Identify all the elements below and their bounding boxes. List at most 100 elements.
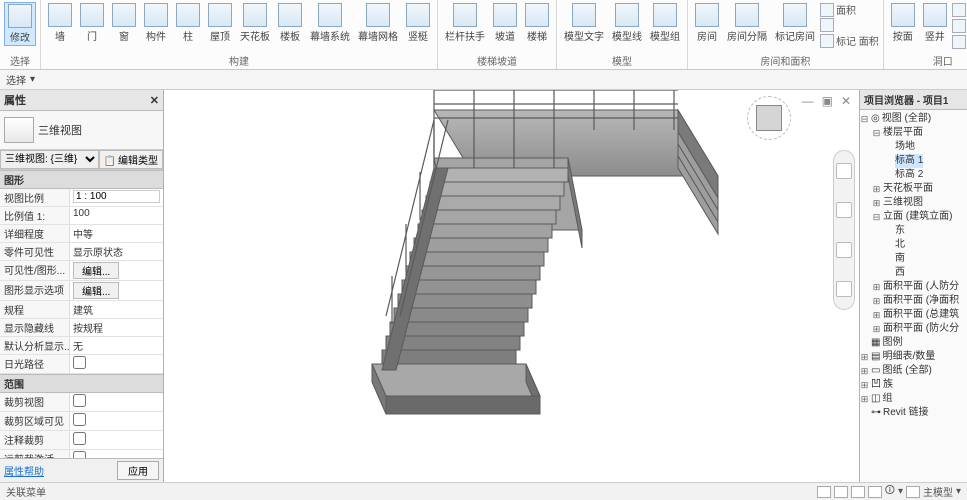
window-button[interactable]: 窗: [109, 2, 139, 44]
tree-node[interactable]: 标高 1: [860, 154, 967, 168]
worksets-dropdown[interactable]: ▾: [898, 486, 903, 497]
prop-edit-button[interactable]: 编辑...: [73, 262, 119, 279]
status-chip[interactable]: [834, 486, 848, 498]
instance-selector[interactable]: 三维视图: {三维}: [0, 150, 99, 169]
prop-edit-button[interactable]: 编辑...: [73, 282, 119, 299]
prop-value[interactable]: 显示原状态: [70, 243, 163, 260]
edit-type-button[interactable]: 📋编辑类型: [99, 150, 163, 169]
prop-value[interactable]: 按规程: [70, 319, 163, 336]
ramp-button[interactable]: 坡道: [490, 2, 520, 44]
prop-value[interactable]: [70, 431, 163, 449]
tree-node[interactable]: ⊞三维视图: [860, 196, 967, 210]
tree-node[interactable]: 标高 2: [860, 168, 967, 182]
by-face-button[interactable]: 按面: [888, 2, 918, 44]
steering-wheel-icon[interactable]: [836, 163, 852, 179]
prop-checkbox[interactable]: [73, 413, 86, 426]
prop-value[interactable]: [70, 450, 163, 458]
tree-node[interactable]: ⊟立面 (建筑立面): [860, 210, 967, 224]
tree-node[interactable]: 场地: [860, 140, 967, 154]
prop-checkbox[interactable]: [73, 451, 86, 458]
prop-value[interactable]: 编辑...: [70, 281, 163, 300]
prop-section-header[interactable]: 图形: [0, 170, 163, 189]
tag-area-button[interactable]: 标记 面积: [820, 33, 879, 48]
railing-button[interactable]: 栏杆扶手: [442, 2, 488, 44]
prop-value[interactable]: 中等: [70, 225, 163, 242]
prop-value[interactable]: 编辑...: [70, 261, 163, 280]
model-text-button[interactable]: 模型文字: [561, 2, 607, 44]
tree-twisty-icon[interactable]: ⊟: [872, 126, 881, 140]
viewport-3d[interactable]: — ▣ ✕: [164, 90, 859, 482]
type-selector-row[interactable]: 三维视图: [0, 111, 163, 150]
properties-help-link[interactable]: 属性帮助: [4, 463, 44, 478]
cube-face[interactable]: [756, 105, 782, 131]
model-line-button[interactable]: 模型线: [609, 2, 645, 44]
tree-twisty-icon[interactable]: ⊞: [872, 182, 881, 196]
tree-node[interactable]: ⊞◫组: [860, 392, 967, 406]
status-chip[interactable]: [817, 486, 831, 498]
tree-node[interactable]: ▦图例: [860, 336, 967, 350]
tag-room-button[interactable]: 标记房间: [772, 2, 818, 44]
prop-checkbox[interactable]: [73, 356, 86, 369]
stair-button[interactable]: 楼梯: [522, 2, 552, 44]
close-view-icon[interactable]: ✕: [841, 94, 851, 108]
tree-twisty-icon[interactable]: ⊞: [860, 364, 869, 378]
prop-value[interactable]: 建筑: [70, 301, 163, 318]
floor-button[interactable]: 楼板: [275, 2, 305, 44]
close-icon[interactable]: ✕: [150, 94, 159, 107]
prop-value[interactable]: [70, 393, 163, 411]
prop-value[interactable]: 无: [70, 337, 163, 354]
model-group-button[interactable]: 模型组: [647, 2, 683, 44]
door-button[interactable]: 门: [77, 2, 107, 44]
restore-view-icon[interactable]: ▣: [822, 94, 833, 108]
area-button[interactable]: 面积: [820, 2, 879, 17]
tree-node[interactable]: ⊞面积平面 (防火分: [860, 322, 967, 336]
tree-twisty-icon[interactable]: ⊞: [872, 294, 881, 308]
tree-node[interactable]: ⊞▤明细表/数量: [860, 350, 967, 364]
tree-twisty-icon[interactable]: ⊞: [860, 350, 869, 364]
tree-twisty-icon[interactable]: ⊟: [872, 210, 881, 224]
component-button[interactable]: 构件: [141, 2, 171, 44]
tree-node[interactable]: 北: [860, 238, 967, 252]
select-label[interactable]: 选择: [6, 72, 26, 87]
prop-value[interactable]: [70, 412, 163, 430]
status-chip[interactable]: [851, 486, 865, 498]
prop-checkbox[interactable]: [73, 394, 86, 407]
modify-button[interactable]: 修改: [4, 2, 36, 46]
wall-button[interactable]: 墙: [45, 2, 75, 44]
prop-value[interactable]: 100: [70, 207, 163, 224]
tree-twisty-icon[interactable]: ⊟: [860, 112, 869, 126]
prop-section-header[interactable]: 范围: [0, 374, 163, 393]
orbit-icon[interactable]: [836, 281, 852, 297]
prop-input[interactable]: [73, 190, 160, 203]
tree-twisty-icon[interactable]: ⊞: [860, 392, 869, 406]
tree-node[interactable]: ⊞天花板平面: [860, 182, 967, 196]
pan-icon[interactable]: [836, 202, 852, 218]
mullion-button[interactable]: 竖梃: [403, 2, 433, 44]
dropdown-icon[interactable]: ▾: [30, 74, 35, 85]
column-button[interactable]: 柱: [173, 2, 203, 44]
status-chip[interactable]: [906, 486, 920, 498]
room-button[interactable]: 房间: [692, 2, 722, 44]
tree-node[interactable]: ⊞凹族: [860, 378, 967, 392]
prop-value[interactable]: [70, 189, 163, 206]
tree-twisty-icon[interactable]: ⊞: [872, 280, 881, 294]
prop-checkbox[interactable]: [73, 432, 86, 445]
tree-node[interactable]: ⊟楼层平面: [860, 126, 967, 140]
status-chip[interactable]: [868, 486, 882, 498]
wall-open-button[interactable]: 墙: [952, 2, 967, 17]
zoom-icon[interactable]: [836, 242, 852, 258]
tree-twisty-icon[interactable]: ⊞: [872, 308, 881, 322]
area-sep-button[interactable]: [820, 18, 879, 32]
tree-twisty-icon[interactable]: ⊞: [872, 322, 881, 336]
ceiling-button[interactable]: 天花板: [237, 2, 273, 44]
tree-node[interactable]: ⊞面积平面 (净面积: [860, 294, 967, 308]
curtain-system-button[interactable]: 幕墙系统: [307, 2, 353, 44]
tree-node[interactable]: 南: [860, 252, 967, 266]
tree-node[interactable]: 西: [860, 266, 967, 280]
tree-node[interactable]: ⊞▭图纸 (全部): [860, 364, 967, 378]
dormer-button[interactable]: 老虎窗: [952, 34, 967, 49]
vert-open-button[interactable]: 垂直: [952, 18, 967, 33]
roof-button[interactable]: 屋顶: [205, 2, 235, 44]
apply-button[interactable]: 应用: [117, 461, 159, 480]
tree-node[interactable]: ⊟◎视图 (全部): [860, 112, 967, 126]
